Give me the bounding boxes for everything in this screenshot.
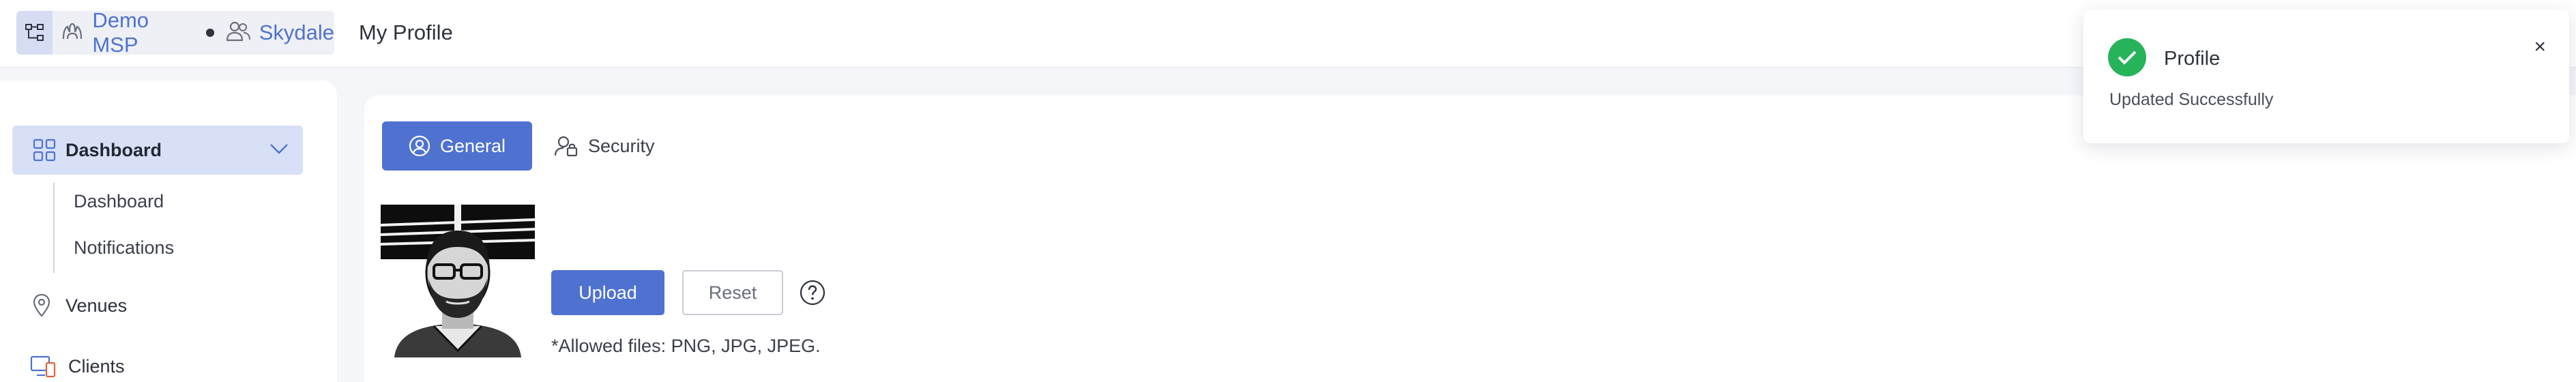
toast-message: Updated Successfully <box>2109 90 2274 109</box>
check-circle-icon <box>2108 38 2146 76</box>
sidebar-item-dashboard[interactable]: Dashboard <box>12 126 303 175</box>
sidebar-subitem-notifications[interactable]: Notifications <box>74 237 174 259</box>
sidebar-item-label: Venues <box>65 295 128 316</box>
tab-label: Security <box>588 135 655 156</box>
success-toast: Profile Updated Successfully × <box>2083 10 2569 143</box>
reset-button[interactable]: Reset <box>682 270 783 315</box>
page-title: My Profile <box>359 20 453 44</box>
close-icon[interactable]: × <box>2534 35 2546 59</box>
users-icon <box>225 19 251 47</box>
tab-general[interactable]: General <box>382 121 532 171</box>
upload-button[interactable]: Upload <box>551 270 664 315</box>
allowed-files-note: *Allowed files: PNG, JPG, JPEG. <box>551 336 821 356</box>
hierarchy-icon[interactable] <box>16 11 53 55</box>
user-circle-icon <box>409 135 430 157</box>
grid-icon <box>33 138 56 162</box>
tab-security[interactable]: Security <box>554 121 655 171</box>
help-icon[interactable] <box>800 280 825 306</box>
submenu-guide-line <box>53 183 55 273</box>
sidebar-item-clients[interactable]: Clients <box>30 355 125 378</box>
map-pin-icon <box>30 293 53 318</box>
sidebar-subitem-dashboard[interactable]: Dashboard <box>74 191 164 212</box>
sidebar-item-venues[interactable]: Venues <box>30 293 127 318</box>
org-name[interactable]: Skydale <box>259 20 334 45</box>
sidebar-item-label: Dashboard <box>65 139 162 160</box>
avatar <box>381 205 535 357</box>
context-switcher[interactable]: Demo MSP Skydale <box>16 8 334 57</box>
separator-dot <box>206 29 214 37</box>
msp-hands-icon <box>59 18 85 48</box>
tab-label: General <box>439 135 506 156</box>
sidebar-item-label: Clients <box>68 355 125 377</box>
msp-name[interactable]: Demo MSP <box>92 8 195 57</box>
user-lock-icon <box>554 134 579 158</box>
sidebar: Dashboard Dashboard Notifications Venues… <box>0 80 337 382</box>
devices-icon <box>30 355 56 378</box>
toast-title: Profile <box>2164 48 2221 70</box>
chevron-down-icon[interactable] <box>269 142 289 159</box>
